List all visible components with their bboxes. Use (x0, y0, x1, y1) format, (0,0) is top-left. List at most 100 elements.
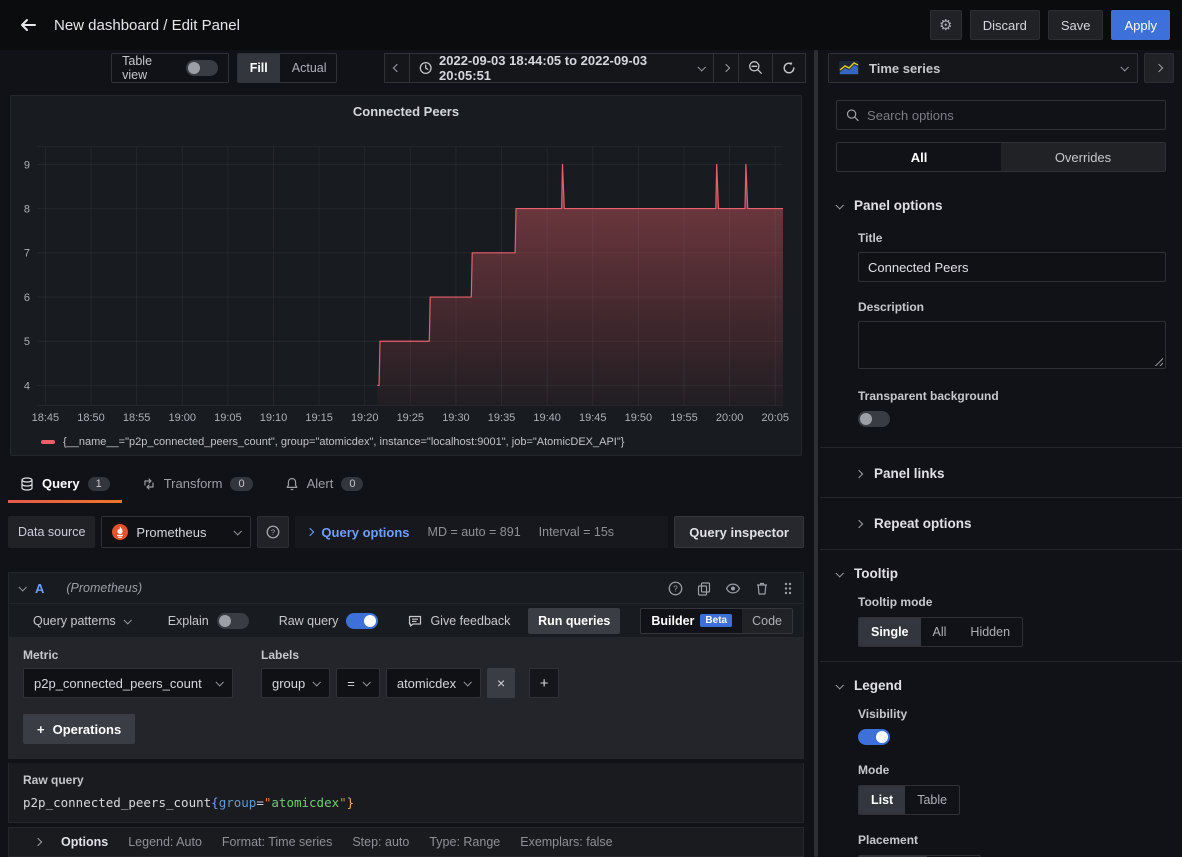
label-op-select[interactable]: = (336, 668, 380, 698)
chevron-down-icon (697, 63, 705, 71)
prometheus-icon (112, 524, 128, 540)
legend-mode-list-option[interactable]: List (859, 786, 905, 814)
svg-text:4: 4 (24, 380, 30, 392)
svg-text:19:30: 19:30 (442, 412, 469, 424)
chevron-down-icon (1120, 63, 1128, 71)
exemplars-option-summary: Exemplars: false (520, 835, 612, 849)
search-options-input[interactable] (867, 108, 1156, 123)
drag-handle-icon[interactable] (783, 581, 793, 596)
back-button[interactable] (12, 9, 44, 41)
legend-section-header[interactable]: Legend (836, 678, 1166, 693)
search-options-box[interactable] (836, 100, 1166, 130)
tab-alert[interactable]: Alert 0 (273, 476, 376, 503)
table-view-toggle[interactable] (186, 60, 218, 76)
description-field-label: Description (858, 300, 1166, 314)
apply-button[interactable]: Apply (1111, 10, 1170, 40)
legend-placement-label: Placement (858, 833, 1166, 847)
duplicate-query-icon[interactable] (697, 581, 711, 596)
svg-text:?: ? (271, 528, 275, 537)
chevron-down-icon (234, 527, 242, 535)
options-footer-title: Options (61, 835, 108, 849)
labels-label: Labels (261, 648, 559, 662)
tab-query-count: 1 (88, 477, 110, 491)
add-label-button[interactable]: + (529, 668, 559, 698)
run-queries-button[interactable]: Run queries (528, 608, 620, 634)
save-button[interactable]: Save (1048, 10, 1104, 40)
query-ref-id: A (35, 581, 44, 596)
legend-visibility-label: Visibility (858, 707, 1166, 721)
datasource-help-button[interactable]: ? (257, 516, 289, 548)
chevron-down-icon (215, 678, 223, 686)
raw-query-toggle[interactable] (346, 613, 378, 629)
time-range-button[interactable]: 2022-09-03 18:44:05 to 2022-09-03 20:05:… (409, 53, 714, 83)
svg-text:18:45: 18:45 (32, 412, 59, 424)
trash-icon[interactable] (755, 581, 769, 596)
query-inspector-button[interactable]: Query inspector (674, 516, 804, 548)
pane-splitter[interactable] (812, 50, 820, 857)
legend-visibility-toggle[interactable] (858, 729, 890, 745)
label-value-select[interactable]: atomicdex (386, 668, 481, 698)
visualization-picker[interactable]: Time series (828, 53, 1138, 83)
code-option[interactable]: Code (742, 609, 792, 633)
refresh-button[interactable] (772, 53, 806, 83)
builder-option[interactable]: Builder Beta (641, 609, 742, 633)
zoom-out-button[interactable] (738, 53, 773, 83)
time-range-text: 2022-09-03 18:44:05 to 2022-09-03 20:05:… (439, 53, 691, 83)
svg-text:19:15: 19:15 (305, 412, 332, 424)
svg-text:19:05: 19:05 (214, 412, 241, 424)
panel-settings-button[interactable]: ⚙ (930, 10, 962, 40)
tab-query[interactable]: Query 1 (8, 476, 122, 503)
panel-options-header[interactable]: Panel options (836, 198, 1166, 213)
collapse-query-icon[interactable] (18, 583, 26, 591)
beta-badge: Beta (700, 614, 732, 627)
query-options-toggle[interactable]: Query options (307, 525, 409, 540)
query-row-header[interactable]: A (Prometheus) ? (8, 572, 804, 604)
legend-mode-table-option[interactable]: Table (905, 786, 959, 814)
give-feedback-link[interactable]: Give feedback (408, 614, 510, 628)
svg-text:20:05: 20:05 (762, 412, 789, 424)
time-shift-forward-button[interactable] (713, 53, 739, 83)
all-tab[interactable]: All (837, 143, 1001, 171)
fill-actual-group: Fill Actual (237, 53, 337, 83)
overrides-tab[interactable]: Overrides (1001, 143, 1165, 171)
tab-transform-label: Transform (164, 476, 223, 491)
series-label[interactable]: {__name__="p2p_connected_peers_count", g… (63, 436, 624, 448)
resize-handle-icon[interactable] (1154, 357, 1163, 366)
svg-text:19:00: 19:00 (169, 412, 196, 424)
collapse-options-button[interactable] (1144, 53, 1174, 83)
query-options-footer[interactable]: Options Legend: Auto Format: Time series… (8, 827, 804, 857)
eye-icon[interactable] (725, 581, 741, 596)
datasource-picker[interactable]: Prometheus (101, 516, 251, 548)
metric-select[interactable]: p2p_connected_peers_count (23, 668, 233, 698)
transparent-bg-toggle[interactable] (858, 411, 890, 427)
tab-transform[interactable]: Transform 0 (130, 476, 265, 503)
discard-button[interactable]: Discard (970, 10, 1040, 40)
tab-alert-count: 0 (341, 477, 363, 491)
tooltip-all-option[interactable]: All (921, 618, 959, 646)
add-operations-button[interactable]: + Operations (23, 714, 135, 744)
query-patterns-dropdown[interactable]: Query patterns (33, 614, 130, 628)
svg-text:6: 6 (24, 292, 30, 304)
tooltip-single-option[interactable]: Single (859, 618, 921, 646)
actual-option[interactable]: Actual (280, 54, 337, 82)
chart-legend[interactable]: {__name__="p2p_connected_peers_count", g… (11, 434, 801, 448)
panel-title-input[interactable] (858, 252, 1166, 282)
repeat-options-section[interactable]: Repeat options (856, 516, 1166, 531)
panel-description-textarea[interactable] (858, 321, 1166, 369)
label-name-select[interactable]: group (261, 668, 330, 698)
panel-links-section[interactable]: Panel links (856, 466, 1166, 481)
tooltip-hidden-option[interactable]: Hidden (958, 618, 1022, 646)
help-icon[interactable]: ? (668, 581, 683, 596)
chart-svg[interactable]: 45678918:4518:5018:5519:0019:0519:1019:1… (11, 123, 801, 431)
plus-icon: + (37, 722, 45, 737)
fill-option[interactable]: Fill (238, 54, 280, 82)
tooltip-section-header[interactable]: Tooltip (836, 566, 1166, 581)
time-shift-back-button[interactable] (384, 53, 410, 83)
explain-toggle[interactable] (217, 613, 249, 629)
remove-label-button[interactable]: × (487, 668, 515, 698)
labels-field: Labels group = atomicdex (261, 648, 559, 698)
datasource-name: Prometheus (136, 525, 206, 540)
chart-title: Connected Peers (11, 96, 801, 123)
table-view-control: Table view (111, 53, 229, 83)
svg-text:?: ? (673, 584, 678, 593)
